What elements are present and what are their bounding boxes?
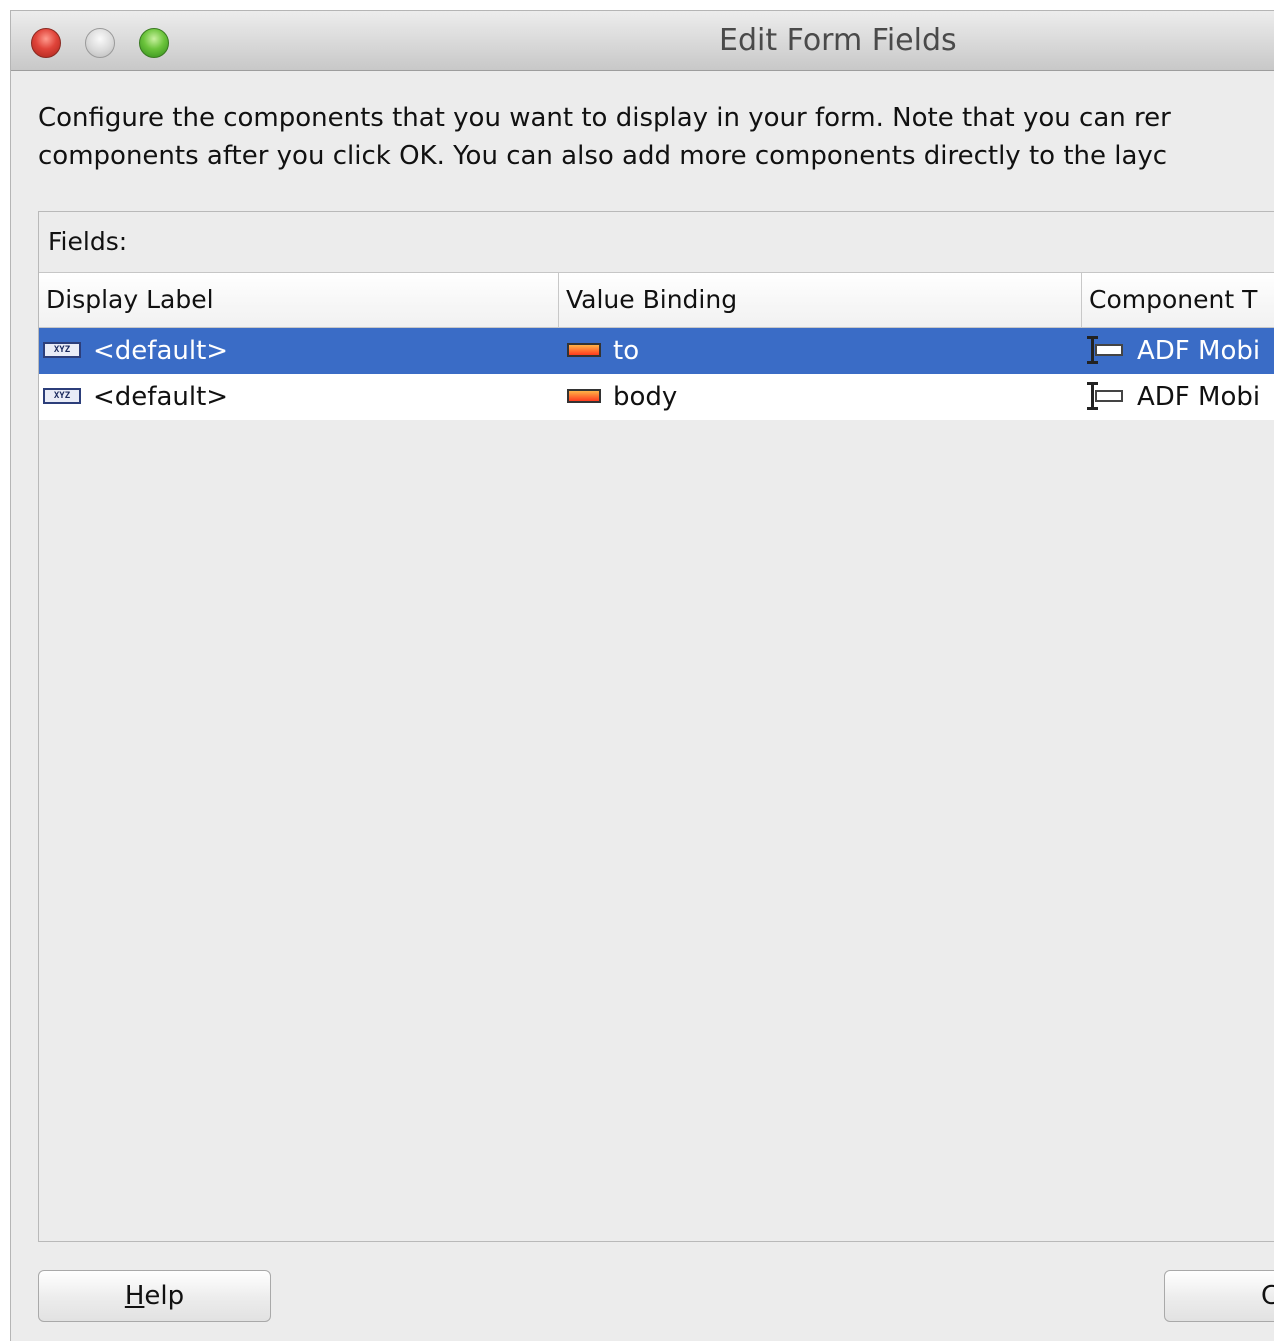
display-label-cell[interactable]: XYZ <default> bbox=[43, 328, 559, 374]
component-type-cell[interactable]: ADF Mobi bbox=[1085, 374, 1274, 420]
display-label-value: <default> bbox=[93, 382, 229, 412]
value-binding-cell[interactable]: to bbox=[567, 328, 1082, 374]
value-binding-value: to bbox=[613, 336, 640, 366]
edit-form-fields-dialog: Edit Form Fields Configure the component… bbox=[10, 10, 1274, 1341]
help-button[interactable]: Help bbox=[38, 1270, 271, 1322]
column-header-component-type[interactable]: Component T bbox=[1082, 273, 1274, 327]
help-mnemonic: H bbox=[124, 1281, 145, 1311]
column-header-display-label[interactable]: Display Label bbox=[39, 273, 559, 327]
table-row[interactable]: XYZ <default> body ADF Mobi bbox=[39, 374, 1274, 420]
instructions-line-1: Configure the components that you want t… bbox=[38, 103, 1171, 133]
attribute-binding-icon bbox=[567, 388, 601, 403]
fields-table[interactable]: Display Label Value Binding Component T … bbox=[39, 272, 1274, 1241]
instructions-line-2: components after you click OK. You can a… bbox=[38, 141, 1168, 171]
display-label-value: <default> bbox=[93, 336, 229, 366]
instructions-text: Configure the components that you want t… bbox=[38, 99, 1171, 175]
input-text-component-icon bbox=[1085, 335, 1125, 364]
display-label-cell[interactable]: XYZ <default> bbox=[43, 374, 559, 420]
table-header: Display Label Value Binding Component T bbox=[39, 273, 1274, 328]
input-text-component-icon bbox=[1085, 381, 1125, 410]
window-title: Edit Form Fields bbox=[719, 23, 957, 58]
fields-label: Fields: bbox=[48, 227, 128, 256]
column-header-value-binding[interactable]: Value Binding bbox=[559, 273, 1082, 327]
xyz-text-icon: XYZ bbox=[43, 341, 81, 358]
table-row[interactable]: XYZ <default> to ADF Mobi bbox=[39, 328, 1274, 374]
value-binding-value: body bbox=[613, 382, 678, 412]
fields-panel: Fields: Display Label Value Binding Comp… bbox=[38, 211, 1274, 1242]
component-type-value: ADF Mobi bbox=[1137, 336, 1261, 366]
attribute-binding-icon bbox=[567, 342, 601, 357]
help-label: elp bbox=[144, 1281, 185, 1311]
component-type-cell[interactable]: ADF Mobi bbox=[1085, 328, 1274, 374]
ok-button[interactable]: C bbox=[1164, 1270, 1274, 1322]
title-bar[interactable]: Edit Form Fields bbox=[11, 11, 1274, 71]
value-binding-cell[interactable]: body bbox=[567, 374, 1082, 420]
xyz-text-icon: XYZ bbox=[43, 387, 81, 404]
component-type-value: ADF Mobi bbox=[1137, 382, 1261, 412]
